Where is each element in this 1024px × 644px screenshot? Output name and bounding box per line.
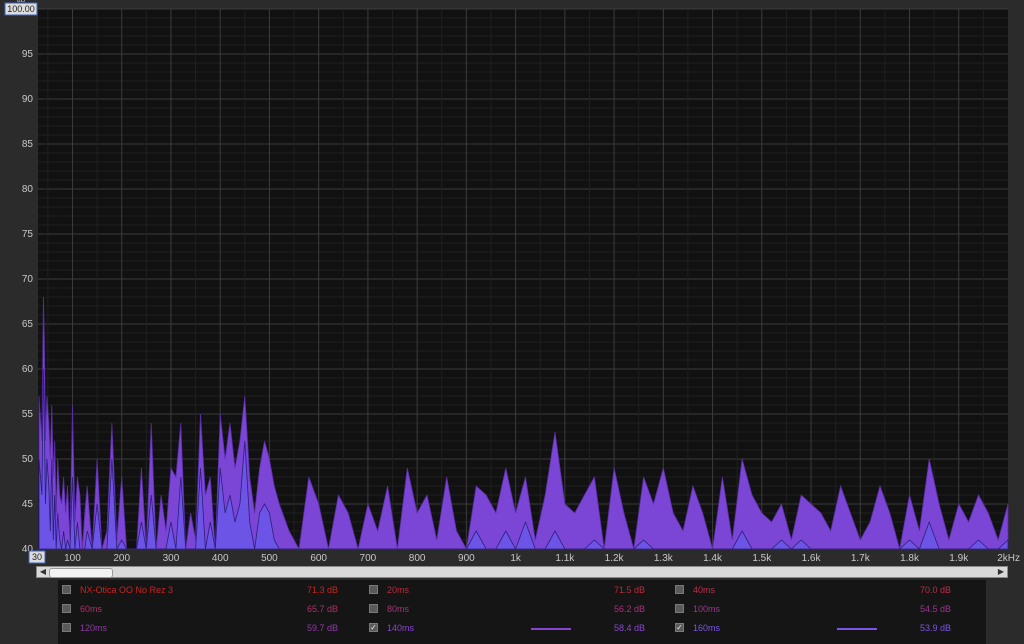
legend-item: 120ms 59.7 dB: [62, 620, 362, 636]
x-tick-label: 1.4k: [703, 553, 723, 564]
x-min-box-label: 30: [32, 552, 42, 562]
x-tick-label: 1.1k: [555, 553, 575, 564]
horizontal-scrollbar[interactable]: ◀ ▶: [36, 566, 1008, 578]
legend-name: 20ms: [387, 585, 410, 595]
x-tick-label: 300: [163, 553, 180, 564]
y-tick-label: 55: [22, 409, 34, 420]
scroll-right-arrow-icon[interactable]: ▶: [995, 567, 1007, 577]
y-tick-label: 75: [22, 229, 34, 240]
legend-name: 40ms: [693, 585, 716, 595]
legend-name: 160ms: [693, 623, 721, 633]
x-tick-label: 900: [458, 553, 475, 564]
legend-value: 56.2 dB: [613, 604, 645, 614]
y-axis-title: dB: [17, 0, 26, 4]
x-tick-label: 400: [212, 553, 229, 564]
legend-value: 58.4 dB: [613, 623, 645, 633]
x-tick-label: 2kHz: [997, 553, 1020, 564]
y-tick-label: 45: [22, 499, 34, 510]
legend-value: 53.9 dB: [919, 623, 951, 633]
legend-item: ✓ 160ms 53.9 dB: [675, 620, 975, 636]
legend-value: 65.7 dB: [306, 604, 338, 614]
checkbox-checked[interactable]: ✓: [675, 623, 684, 632]
x-tick-label: 1.8k: [900, 553, 920, 564]
checkbox[interactable]: [62, 585, 71, 594]
legend-name: 80ms: [387, 604, 410, 614]
legend-item: 80ms 56.2 dB: [369, 601, 669, 617]
checkbox[interactable]: [675, 604, 684, 613]
y-tick-label: 60: [22, 364, 34, 375]
x-tick-label: 1.5k: [752, 553, 772, 564]
legend-line-swatch: [837, 628, 877, 630]
y-max-box-label: 100.00: [7, 4, 35, 14]
x-tick-label: 1.6k: [802, 553, 822, 564]
legend-name: 120ms: [80, 623, 108, 633]
legend-name: 100ms: [693, 604, 721, 614]
legend-name: 140ms: [387, 623, 415, 633]
legend-line-swatch: [531, 628, 571, 630]
y-tick-label: 85: [22, 139, 34, 150]
scrollbar-thumb[interactable]: [49, 568, 113, 578]
x-tick-label: 1.9k: [949, 553, 969, 564]
legend-value: 59.7 dB: [306, 623, 338, 633]
x-tick-label: 1.3k: [654, 553, 674, 564]
legend-item: 60ms 65.7 dB: [62, 601, 362, 617]
x-tick-label: 700: [360, 553, 377, 564]
x-tick-label: 800: [409, 553, 426, 564]
checkbox[interactable]: [62, 623, 71, 632]
x-tick-label: 500: [261, 553, 278, 564]
legend-value: 70.0 dB: [919, 585, 951, 595]
x-tick-label: 1k: [510, 553, 522, 564]
legend-item: NX-Otica OO No Rez 3 71.3 dB: [62, 582, 362, 598]
legend-value: 71.5 dB: [613, 585, 645, 595]
legend-value: 71.3 dB: [306, 585, 338, 595]
y-tick-label: 80: [22, 184, 34, 195]
x-tick-label: 600: [310, 553, 327, 564]
checkbox-checked[interactable]: ✓: [369, 623, 378, 632]
x-tick-label: 1.7k: [851, 553, 871, 564]
x-tick-label: 100: [64, 553, 81, 564]
legend-value: 54.5 dB: [919, 604, 951, 614]
legend-name: 60ms: [80, 604, 103, 614]
y-tick-label: 90: [22, 94, 34, 105]
x-tick-label: 1.2k: [605, 553, 625, 564]
y-tick-label: 95: [22, 49, 34, 60]
x-tick-label: 200: [113, 553, 130, 564]
checkbox[interactable]: [369, 604, 378, 613]
checkbox[interactable]: [369, 585, 378, 594]
y-tick-label: 50: [22, 454, 34, 465]
legend-item: 100ms 54.5 dB: [675, 601, 975, 617]
legend-item: 20ms 71.5 dB: [369, 582, 669, 598]
y-tick-label: 70: [22, 274, 34, 285]
spectrum-chart: 959085807570656055504540 100 200 300 400 500…: [0, 0, 1024, 566]
checkbox[interactable]: [675, 585, 684, 594]
y-tick-label: 65: [22, 319, 34, 330]
legend-item: ✓ 140ms 58.4 dB: [369, 620, 669, 636]
checkbox[interactable]: [62, 604, 71, 613]
legend-name: NX-Otica OO No Rez 3: [80, 585, 174, 595]
scroll-left-arrow-icon[interactable]: ◀: [37, 567, 49, 577]
legend-panel: NX-Otica OO No Rez 3 71.3 dB 20ms 71.5 dB 40…: [58, 580, 986, 644]
legend-item: 40ms 70.0 dB: [675, 582, 975, 598]
